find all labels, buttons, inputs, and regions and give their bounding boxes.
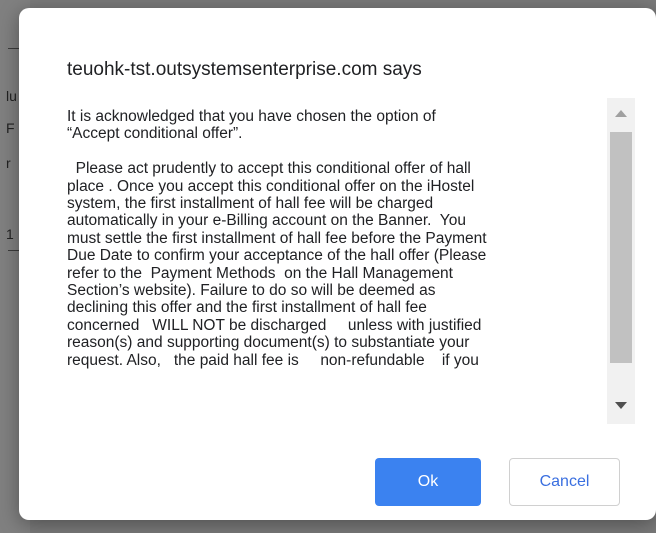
background-text: 1 bbox=[6, 226, 14, 242]
vertical-scrollbar[interactable] bbox=[607, 98, 635, 424]
background-text: F bbox=[6, 120, 15, 136]
scrollbar-thumb[interactable] bbox=[610, 132, 632, 363]
scroll-up-arrow-icon[interactable] bbox=[607, 106, 635, 120]
cancel-button[interactable]: Cancel bbox=[509, 458, 620, 506]
message-scroll-area[interactable]: It is acknowledged that you have chosen … bbox=[67, 108, 599, 424]
alert-dialog: teuohk-tst.outsystemsenterprise.com says… bbox=[19, 8, 656, 520]
background-text: r bbox=[6, 155, 11, 171]
scroll-down-arrow-icon[interactable] bbox=[607, 398, 635, 412]
dialog-message: It is acknowledged that you have chosen … bbox=[67, 108, 487, 369]
background-text: lu bbox=[6, 88, 17, 104]
dialog-title: teuohk-tst.outsystemsenterprise.com says bbox=[67, 59, 422, 80]
ok-button[interactable]: Ok bbox=[375, 458, 481, 506]
